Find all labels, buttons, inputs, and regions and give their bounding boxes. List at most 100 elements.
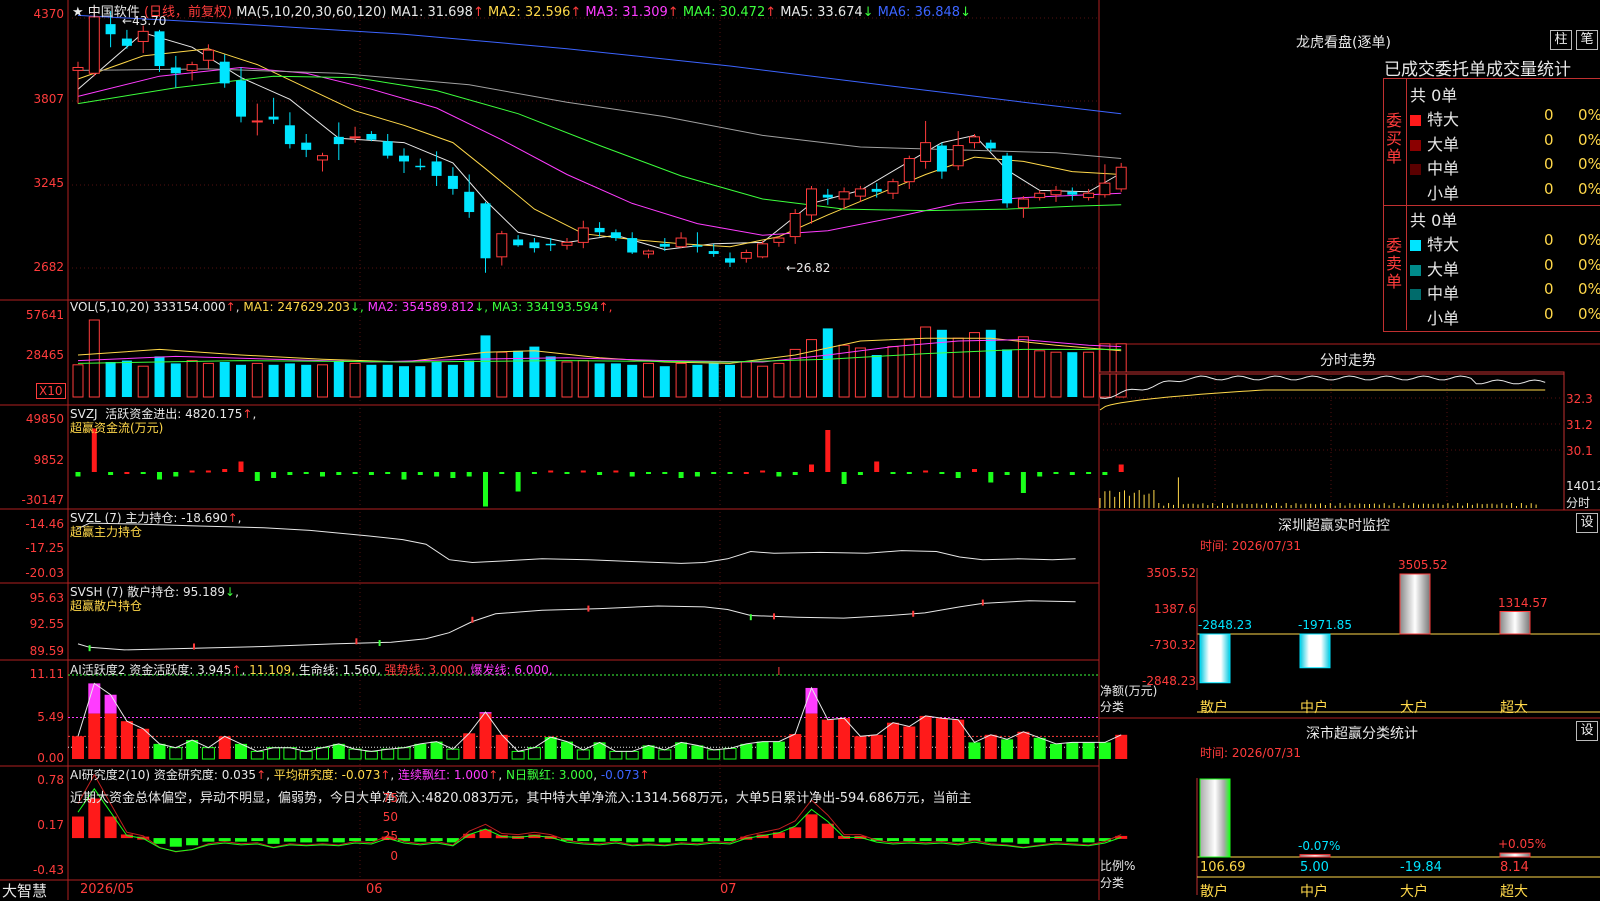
volume-bar [1083, 351, 1095, 398]
class-settings-button[interactable]: 设 [1576, 721, 1598, 741]
candle-body [366, 133, 377, 140]
volume-bar [659, 366, 670, 397]
activity-bar [707, 749, 721, 760]
lhb-row-pct: 0% [1578, 255, 1600, 274]
activity-bar [984, 734, 997, 759]
retail-marker [587, 605, 590, 612]
flow-bar [1086, 472, 1092, 474]
volume-bar [969, 332, 980, 398]
activity-bar [169, 747, 183, 760]
retail-marker [981, 599, 984, 606]
ma-legend-item: MA3: 31.309 [581, 5, 668, 20]
flow-bar [254, 472, 260, 481]
monitor-ytick: 1387.6 [1154, 602, 1196, 616]
class-value-label: -19.84 [1400, 860, 1442, 875]
flow-bar [825, 430, 831, 472]
lhb-row: 中单 [1410, 155, 1459, 179]
flow-bar [450, 472, 456, 478]
research-bar [1001, 838, 1014, 843]
flow-bar [238, 461, 244, 472]
lhb-row: 特大 [1410, 106, 1459, 130]
class-time: 时间: 2026/07/31 [1200, 746, 1302, 760]
activity-bar [1050, 743, 1062, 759]
class-value-label: 106.69 [1200, 860, 1246, 875]
flow-bar [1053, 472, 1059, 474]
volume-bar [594, 363, 605, 397]
flow-bar [417, 472, 423, 475]
activity-bar [186, 740, 199, 759]
volume-bar [170, 363, 181, 397]
svsh-sub: 超赢散户持仓 [70, 599, 143, 613]
candle-body [692, 245, 703, 247]
candle-body [284, 125, 295, 145]
activity-bar [397, 747, 411, 760]
retail-marker [193, 643, 195, 650]
svzl-ytick: -14.46 [25, 517, 64, 531]
activity-bar [772, 741, 785, 759]
candle-body [464, 191, 475, 213]
volume-bar [789, 348, 801, 398]
volume-bar [251, 362, 263, 398]
activity-bar [250, 750, 264, 760]
lhb-title: 龙虎看盘(逐单) [1296, 35, 1391, 51]
research-bar [935, 838, 948, 842]
bar-mode-button[interactable]: 柱 [1550, 30, 1572, 50]
flow-bar [1069, 472, 1075, 475]
vol-ma-line [77, 348, 1122, 364]
flow-bar [336, 472, 342, 475]
candle-body [887, 181, 899, 194]
low-price-label: ←26.82 [786, 261, 831, 275]
volume-bar [1067, 352, 1078, 397]
vol-unit-button[interactable]: X10 [36, 383, 66, 399]
research-bar [153, 838, 166, 844]
monitor-bar-label: -1971.85 [1298, 618, 1352, 632]
volume-bar [740, 361, 752, 398]
candle-body [333, 136, 344, 145]
vol-legend-item: MA1: 247629.203 [243, 300, 350, 314]
volume-bar [284, 363, 295, 397]
activity-bar [935, 718, 948, 759]
activity-bar [120, 721, 133, 759]
activity-bar [446, 748, 460, 760]
candle-body [513, 239, 524, 246]
vol-ytick: 57641 [25, 308, 64, 322]
vol-ma-line [77, 339, 1122, 363]
color-swatch-icon [1410, 115, 1421, 126]
tick-mode-button[interactable]: 笔 [1576, 30, 1598, 50]
activity-bar [479, 713, 492, 759]
research-bar [919, 838, 932, 842]
monitor-bar [1399, 573, 1431, 635]
volume-bar [708, 363, 719, 397]
research-bar [1050, 838, 1062, 842]
candle-body [251, 120, 263, 123]
lhb-row: 小单 [1410, 180, 1459, 204]
retail-marker [471, 616, 474, 623]
candle-body [594, 227, 605, 233]
retail-marker [378, 640, 381, 647]
flow-bar [515, 472, 521, 492]
favorite-star-icon[interactable]: ★ [72, 5, 84, 20]
volume-bar [480, 335, 491, 397]
activity-bar [919, 715, 932, 759]
monitor-ytick: 3505.52 [1146, 566, 1196, 580]
activity-bar [299, 750, 313, 760]
monitor-settings-button[interactable]: 设 [1576, 513, 1598, 533]
color-swatch-icon [1410, 289, 1421, 300]
volume-bar [675, 362, 687, 398]
retail-marker [749, 614, 752, 621]
flow-bar [743, 472, 749, 474]
lhb-row: 大单 [1410, 256, 1459, 280]
flow-bar [173, 472, 179, 477]
volume-bar [920, 326, 932, 398]
lhb-col-divider [1406, 78, 1407, 330]
vol-ma-line [77, 337, 1122, 364]
research-bar [984, 838, 997, 842]
volume-bar [72, 364, 84, 398]
candle-body [545, 243, 556, 246]
activity-bar [1001, 739, 1014, 759]
activity-bar [72, 736, 84, 759]
candle-body [431, 161, 442, 176]
activity-bar [1098, 742, 1111, 759]
volume-bar [431, 362, 442, 397]
ma-prefix: MA(5,10,20,30,60,120) [236, 5, 387, 20]
